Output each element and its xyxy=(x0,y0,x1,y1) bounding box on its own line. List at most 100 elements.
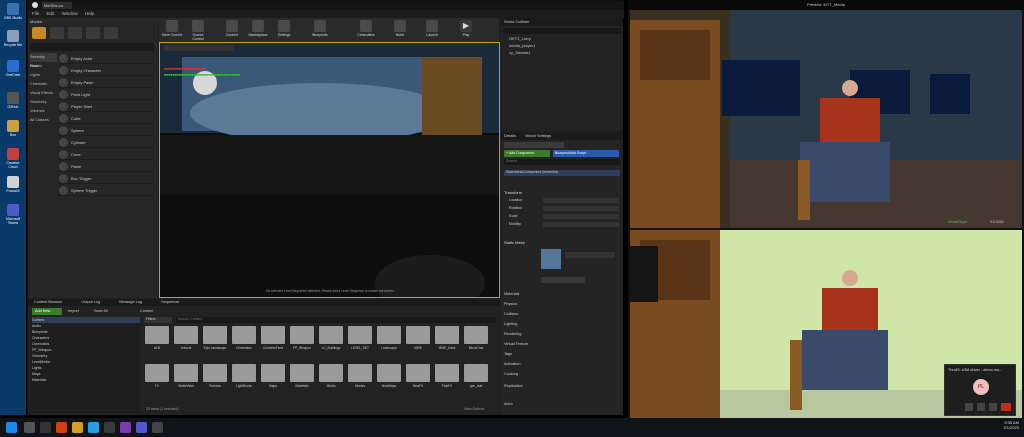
section-collision[interactable]: Collision xyxy=(504,312,518,316)
rotation-inputs[interactable] xyxy=(543,206,619,211)
place-item[interactable]: Empty Actor xyxy=(58,53,154,64)
folder-tile[interactable]: MWE_Dack xyxy=(434,326,460,360)
folder-tile[interactable]: Movies xyxy=(347,364,373,398)
task-view-icon[interactable] xyxy=(40,422,51,433)
edge-icon[interactable] xyxy=(88,422,99,433)
tab-sequencer[interactable]: Sequencer xyxy=(161,300,179,304)
folder-tile[interactable]: LEVEL_SET xyxy=(347,326,373,360)
source-control-button[interactable]: Source Control xyxy=(187,20,209,41)
level-viewport[interactable]: ■■■■■■■■■■■■■■■■■■■■ ■■■■■■■■■■■■■■■■■■■… xyxy=(159,42,500,298)
details-search[interactable]: Search xyxy=(504,159,620,165)
view-options-button[interactable]: View Options xyxy=(464,407,485,411)
section-replication[interactable]: Replication xyxy=(504,384,523,388)
place-item[interactable]: Plane xyxy=(58,161,154,172)
folder-tile[interactable]: Media xyxy=(318,364,344,398)
category-all-classes[interactable]: All Classes xyxy=(30,116,57,125)
section-transform[interactable]: Transform xyxy=(504,190,522,195)
hangup-button[interactable] xyxy=(1001,403,1011,411)
section-materials[interactable]: Materials xyxy=(504,292,519,296)
section-lighting[interactable]: Lighting xyxy=(504,322,517,326)
folder-tile[interactable]: FP_Weapon xyxy=(289,326,315,360)
outliner-search[interactable] xyxy=(503,28,621,34)
place-item[interactable]: Cylinder xyxy=(58,137,154,148)
place-item[interactable]: Cube xyxy=(58,113,154,124)
place-item[interactable]: Empty Character xyxy=(58,65,154,76)
category-geometry[interactable]: Geometry xyxy=(30,98,57,107)
desktop-icon-teams[interactable]: Microsoft Teams xyxy=(2,204,24,225)
place-item[interactable]: Empty Pawn xyxy=(58,77,154,88)
vs-icon[interactable] xyxy=(120,422,131,433)
category-cinematic[interactable]: Cinematic xyxy=(30,80,57,89)
video-icon[interactable] xyxy=(965,403,973,411)
scale-inputs[interactable] xyxy=(543,214,619,219)
section-rendering[interactable]: Rendering xyxy=(504,332,522,336)
menu-edit[interactable]: Edit xyxy=(47,11,55,16)
folder-tile[interactable]: NewFX xyxy=(405,364,431,398)
category-recently-placed[interactable]: Recently Placed xyxy=(30,53,57,68)
teams-icon[interactable] xyxy=(136,422,147,433)
place-mode-icon[interactable] xyxy=(32,27,46,39)
add-new-button[interactable]: Add New xyxy=(32,308,62,315)
menu-window[interactable]: Window xyxy=(62,11,78,16)
section-activation[interactable]: Activation xyxy=(504,362,520,366)
desktop-icon-creative-cloud[interactable]: Creative Cloud xyxy=(2,148,24,169)
obs-icon[interactable] xyxy=(152,422,163,433)
filters-button[interactable]: Filters xyxy=(144,317,172,323)
folder-tile[interactable]: Maps xyxy=(260,364,286,398)
blueprint-button[interactable]: Blueprint/Add Script xyxy=(553,150,619,157)
folder-tile[interactable]: LightBooks xyxy=(231,364,257,398)
actor-name-field[interactable] xyxy=(504,142,564,148)
place-item[interactable]: Point Light xyxy=(58,89,154,100)
folder-tile[interactable]: LC_Buildings xyxy=(318,326,344,360)
save-button[interactable]: Save Current xyxy=(161,20,183,37)
mesh-picker[interactable] xyxy=(565,252,615,258)
mic-icon[interactable] xyxy=(977,403,985,411)
place-item[interactable]: Player Start xyxy=(58,101,154,112)
component-row[interactable]: StaticMeshComponent (Inherited) xyxy=(504,170,620,176)
folder-tile[interactable]: Cinematics xyxy=(231,326,257,360)
content-search[interactable]: Search Content xyxy=(176,317,496,323)
tree-item[interactable]: Materials xyxy=(32,377,140,383)
place-item[interactable]: Sphere xyxy=(58,125,154,136)
folder-tile[interactable]: gen_stat xyxy=(463,364,489,398)
mobility-toggle[interactable] xyxy=(543,222,619,227)
tab-world-settings[interactable]: World Settings xyxy=(525,133,551,138)
outliner-row[interactable]: cy_Stream1 xyxy=(509,50,530,55)
menu-file[interactable]: File xyxy=(32,11,39,16)
folder-tile[interactable]: PostFX xyxy=(434,364,460,398)
tab-content-browser[interactable]: Content Browser xyxy=(34,300,62,304)
folder-tile[interactable]: MicroChat xyxy=(463,326,489,360)
folder-tile[interactable]: ALB xyxy=(144,326,170,360)
landscape-mode-icon[interactable] xyxy=(68,27,82,39)
folder-tile[interactable]: MWE xyxy=(405,326,431,360)
tab-message-log[interactable]: Message Log xyxy=(119,300,142,304)
office-icon[interactable] xyxy=(56,422,67,433)
desktop-icon-github[interactable]: GitHub xyxy=(2,92,24,109)
desktop-icon-focusui[interactable]: FocusUI xyxy=(2,176,24,193)
browse-button[interactable] xyxy=(541,277,585,283)
desktop-icon-recycle-bin[interactable]: Recycle Bin xyxy=(2,30,24,47)
clock[interactable]: 9:35 AM 3/1/2020 xyxy=(985,420,1019,430)
viewport-options-bar[interactable] xyxy=(164,45,234,51)
cinematics-button[interactable]: Cinematics xyxy=(355,20,377,37)
category-basic[interactable]: Basic xyxy=(30,62,57,71)
menu-help[interactable]: Help xyxy=(85,11,94,16)
marketplace-button[interactable]: Marketplace xyxy=(247,20,269,37)
desktop-icon-onedrive[interactable]: OneDrive xyxy=(2,60,24,77)
desktop-icon-box[interactable]: Box xyxy=(2,120,24,137)
folder-tile[interactable]: StaticMesh xyxy=(173,364,199,398)
content-button[interactable]: Content xyxy=(221,20,243,37)
path-breadcrumb[interactable]: Content xyxy=(140,308,153,315)
section-tags[interactable]: Tags xyxy=(504,352,512,356)
folder-tile[interactable]: Epic Landscape xyxy=(202,326,228,360)
level-tab[interactable]: Mtt/Sbs.ca xyxy=(42,2,72,9)
folder-tile[interactable]: Textures xyxy=(202,364,228,398)
search-icon[interactable] xyxy=(24,422,35,433)
category-volumes[interactable]: Volumes xyxy=(30,107,57,116)
outliner-row[interactable]: media_player1 xyxy=(509,43,535,48)
settings-button[interactable]: Settings xyxy=(273,20,295,37)
place-search[interactable] xyxy=(30,43,154,51)
location-inputs[interactable] xyxy=(543,198,619,203)
folder-tile[interactable]: ContentsFeed xyxy=(260,326,286,360)
tab-output-log[interactable]: Output Log xyxy=(81,300,100,304)
